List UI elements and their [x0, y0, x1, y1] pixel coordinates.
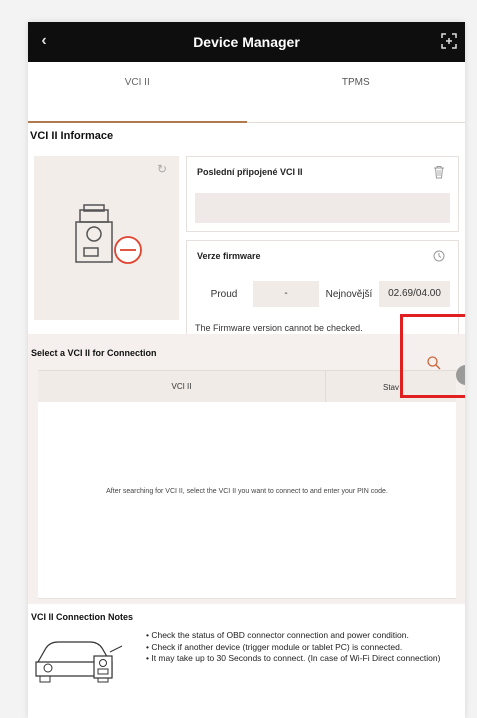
refresh-icon[interactable]: ↻	[157, 162, 171, 176]
note-item: • It may take up to 30 Seconds to connec…	[146, 653, 441, 663]
vci-table-header: VCI II Stav	[38, 370, 456, 403]
last-connected-card: Poslední připojené VCI II	[186, 156, 459, 232]
vci-device-icon	[75, 204, 142, 264]
firmware-note: The Firmware version cannot be checked.	[195, 323, 363, 333]
refresh-icon[interactable]	[432, 249, 446, 263]
vci-device-panel: ↻	[34, 156, 179, 320]
firmware-label: Verze firmware	[197, 251, 261, 261]
expand-icon[interactable]	[439, 31, 459, 51]
back-icon[interactable]: ‹	[34, 30, 54, 52]
tab-vci-ii[interactable]: VCI II	[28, 62, 247, 123]
last-connected-label: Poslední připojené VCI II	[197, 167, 303, 177]
highlight-box	[400, 314, 465, 398]
column-header-vci: VCI II	[38, 371, 326, 403]
page-title: Device Manager	[193, 34, 300, 50]
last-connected-value	[195, 193, 450, 223]
firmware-latest-value: 02.69/04.00	[379, 281, 450, 307]
tab-bar: VCI II TPMS	[28, 62, 465, 123]
trash-icon[interactable]	[432, 165, 446, 179]
vci-info-title: VCI II Informace	[30, 130, 114, 142]
firmware-current-value: -	[253, 281, 319, 307]
empty-list-message: After searching for VCI II, select the V…	[106, 488, 388, 495]
firmware-row: Proud - Nejnovější 02.69/04.00	[195, 281, 450, 307]
vci-table-body: After searching for VCI II, select the V…	[38, 402, 456, 599]
tab-tpms[interactable]: TPMS	[247, 62, 466, 122]
app-window: ‹ Device Manager VCI II TPMS VCI II Info…	[28, 22, 465, 718]
firmware-current-label: Proud	[210, 288, 238, 300]
note-item: • Check the status of OBD connector conn…	[146, 630, 409, 640]
firmware-latest-label: Nejnovější	[325, 288, 373, 300]
title-bar: ‹ Device Manager	[28, 22, 465, 62]
select-vci-title: Select a VCI II for Connection	[31, 348, 157, 358]
car-icon	[35, 641, 123, 683]
notes-list: • Check the status of OBD connector conn…	[146, 630, 458, 665]
notes-title: VCI II Connection Notes	[31, 612, 134, 622]
note-item: • Check if another device (trigger modul…	[146, 641, 403, 652]
